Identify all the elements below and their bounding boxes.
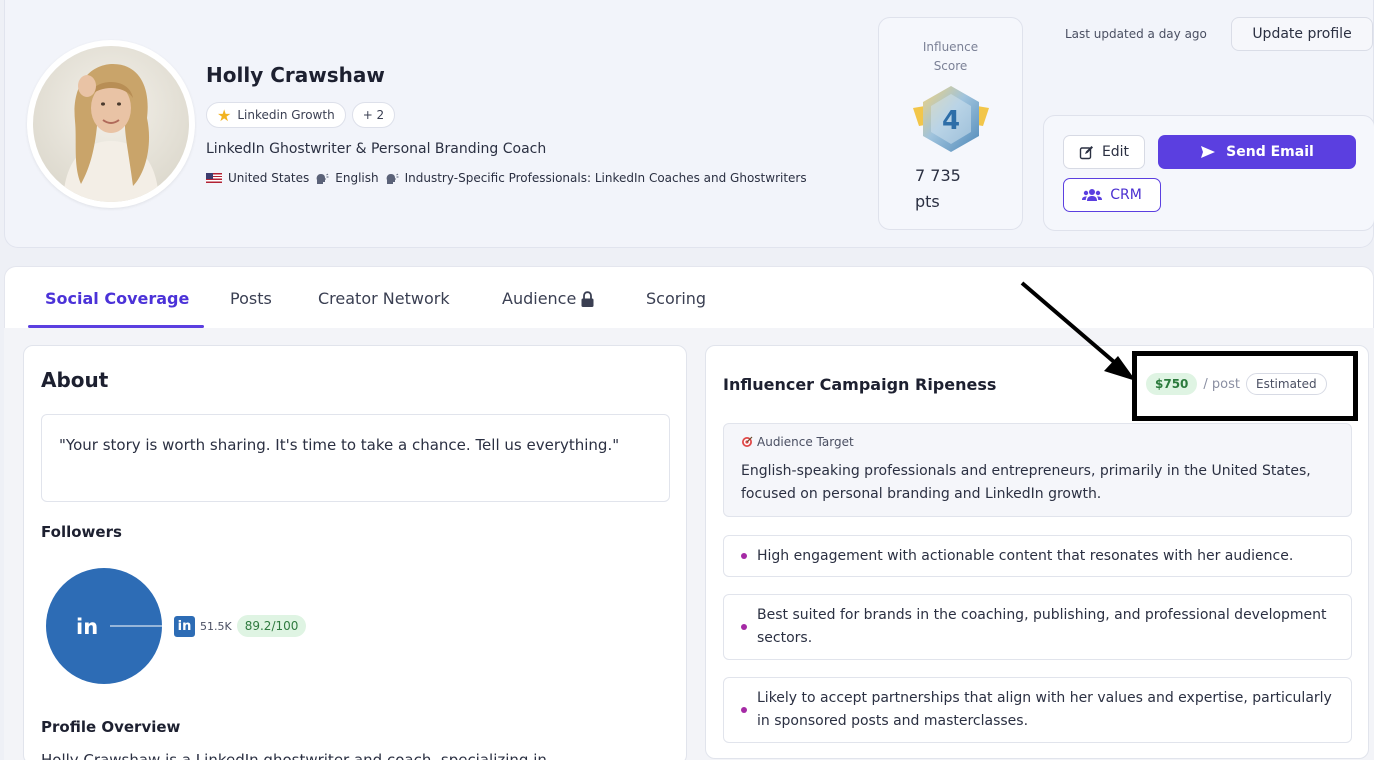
profile-header: Holly Crawshaw ★ Linkedin Growth + 2 Lin…: [4, 0, 1374, 248]
score-badge-icon: 4: [913, 86, 989, 152]
country-label: United States: [228, 171, 310, 185]
ripeness-title: Influencer Campaign Ripeness: [723, 375, 997, 394]
audience-target-label: Audience Target: [741, 435, 854, 449]
tab-scoring[interactable]: Scoring: [646, 289, 706, 308]
about-card: About "Your story is worth sharing. It's…: [23, 345, 687, 760]
users-icon: [1082, 189, 1103, 201]
tag-list: ★ Linkedin Growth + 2: [206, 102, 396, 128]
tab-social-coverage[interactable]: Social Coverage: [45, 289, 189, 308]
language-label: English: [335, 171, 379, 185]
audience-target-box: Audience Target English-speaking profess…: [723, 423, 1352, 517]
tag-more-label: + 2: [362, 108, 385, 122]
category-label: Industry-Specific Professionals: LinkedI…: [404, 171, 807, 185]
speaking-head-icon: [386, 173, 399, 184]
price-highlight-box: [1132, 351, 1358, 421]
followers-title: Followers: [41, 523, 122, 541]
crm-button[interactable]: CRM: [1063, 178, 1161, 212]
linkedin-score-badge: 89.2/100: [236, 615, 307, 637]
avatar-photo: [33, 46, 189, 202]
profile-name: Holly Crawshaw: [206, 63, 385, 87]
profile-role: LinkedIn Ghostwriter & Personal Branding…: [206, 141, 547, 157]
us-flag-icon: [206, 173, 222, 183]
tab-bar: Social Coverage Posts Creator Network Au…: [4, 266, 1374, 328]
tab-creator-network[interactable]: Creator Network: [318, 289, 450, 308]
edit-icon: [1079, 145, 1093, 159]
profile-meta: United States English Industry-Specific …: [206, 171, 807, 185]
profile-overview-title: Profile Overview: [41, 718, 181, 736]
bullet-dot: [741, 553, 747, 559]
send-email-button[interactable]: Send Email: [1158, 135, 1356, 169]
send-icon: [1201, 146, 1216, 158]
lock-icon: [581, 291, 594, 307]
tag-linkedin-growth[interactable]: ★ Linkedin Growth: [206, 102, 346, 128]
score-label: Influence Score: [922, 40, 979, 73]
linkedin-stats: in 51.5K 89.2/100: [174, 615, 307, 637]
linkedin-icon[interactable]: in: [174, 615, 195, 637]
ripeness-point: High engagement with actionable content …: [723, 535, 1352, 577]
send-email-label: Send Email: [1226, 144, 1314, 160]
edit-label: Edit: [1101, 144, 1130, 160]
star-icon: ★: [217, 105, 232, 125]
bullet-dot: [741, 707, 747, 713]
edit-button[interactable]: Edit: [1063, 135, 1145, 169]
ripeness-point: Likely to accept partnerships that align…: [723, 677, 1352, 743]
tab-posts[interactable]: Posts: [230, 289, 272, 308]
tab-audience-label: Audience: [502, 289, 577, 308]
linkedin-followers: 51.5K: [200, 619, 232, 633]
last-updated-text: Last updated a day ago: [1065, 27, 1207, 41]
update-profile-button[interactable]: Update profile: [1231, 17, 1373, 51]
tab-audience[interactable]: Audience: [502, 289, 595, 308]
tag-more[interactable]: + 2: [351, 102, 396, 128]
influence-score-card: Influence Score 4 7 735 pts: [878, 17, 1023, 230]
score-level: 4: [942, 106, 960, 136]
profile-overview-text: Holly Crawshaw is a LinkedIn ghostwriter…: [41, 751, 547, 760]
about-quote: "Your story is worth sharing. It's time …: [41, 414, 670, 502]
audience-target-text: English-speaking professionals and entre…: [741, 463, 1311, 502]
actions-panel: Edit Send Email CRM: [1043, 115, 1374, 231]
crm-label: CRM: [1110, 187, 1142, 203]
pie-linkedin-icon: in: [76, 615, 98, 639]
ripeness-point: Best suited for brands in the coaching, …: [723, 594, 1352, 660]
target-icon: [742, 436, 753, 447]
score-points: 7 735 pts: [915, 166, 961, 211]
about-title: About: [41, 368, 109, 392]
tag-label: Linkedin Growth: [237, 108, 335, 122]
speaking-head-icon: [316, 173, 329, 184]
avatar: [27, 40, 195, 208]
followers-pie-chart: in: [46, 568, 162, 684]
bullet-dot: [741, 624, 747, 630]
